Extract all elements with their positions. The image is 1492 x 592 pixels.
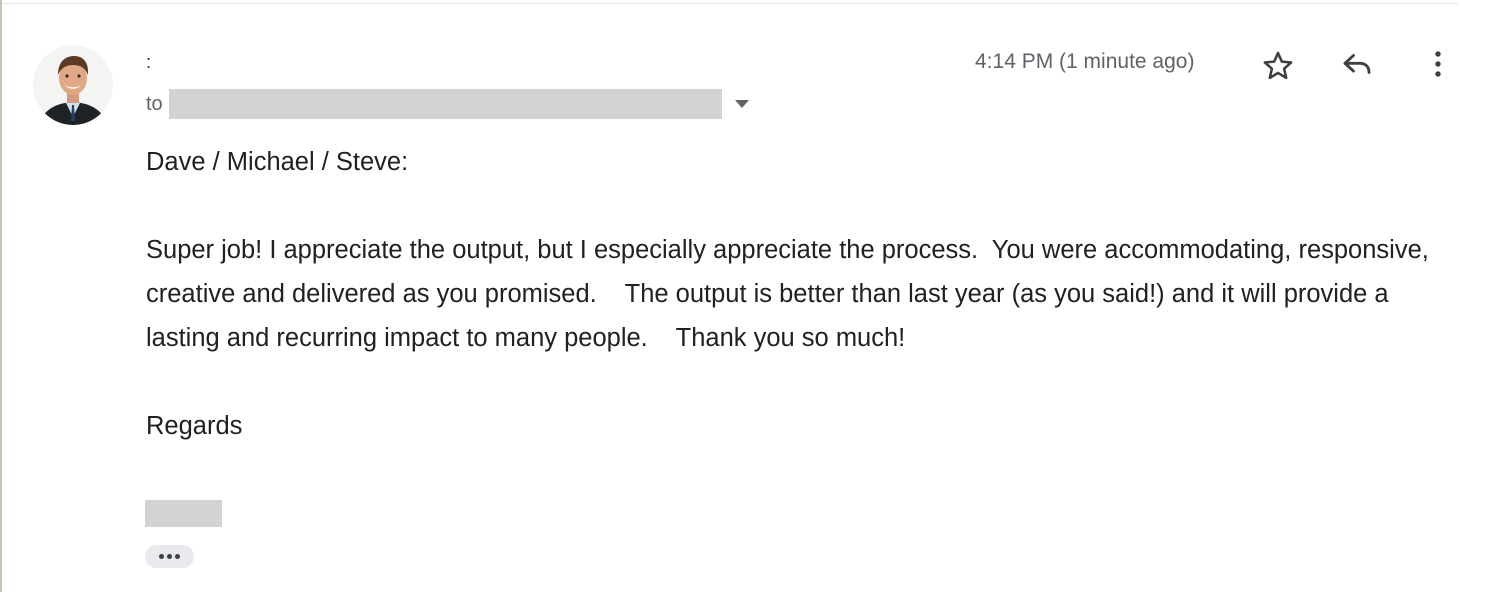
divider — [2, 3, 1458, 4]
redacted-recipient — [168, 89, 722, 119]
more-options-button[interactable] — [1418, 44, 1458, 84]
caret-down-icon — [734, 100, 749, 108]
ellipsis-icon — [175, 554, 180, 559]
reply-icon — [1343, 54, 1371, 74]
show-details-button[interactable] — [732, 94, 752, 114]
sender-avatar[interactable] — [33, 45, 113, 125]
star-icon — [1263, 51, 1293, 80]
email-message-view: : to 4:14 PM (1 minute ago) Dave / Micha… — [0, 0, 1492, 592]
body-paragraph: Super job! I appreciate the output, but … — [146, 236, 1436, 352]
ellipsis-icon — [167, 554, 172, 559]
star-button[interactable] — [1258, 46, 1298, 86]
message-timestamp: 4:14 PM (1 minute ago) — [975, 50, 1195, 73]
more-vert-icon — [1435, 51, 1441, 77]
closing: Regards — [146, 412, 243, 440]
avatar-photo — [33, 45, 113, 125]
window-edge — [0, 0, 2, 592]
sender-name[interactable]: : — [146, 52, 151, 72]
recipients-row: to — [146, 88, 752, 120]
redacted-signature — [145, 500, 222, 527]
greeting: Dave / Michael / Steve: — [146, 148, 409, 176]
reply-button[interactable] — [1337, 44, 1377, 84]
to-label: to — [146, 92, 163, 115]
ellipsis-icon — [159, 554, 164, 559]
message-body: Dave / Michael / Steve: Super job! I app… — [146, 140, 1466, 448]
show-trimmed-content-button[interactable] — [145, 545, 194, 568]
